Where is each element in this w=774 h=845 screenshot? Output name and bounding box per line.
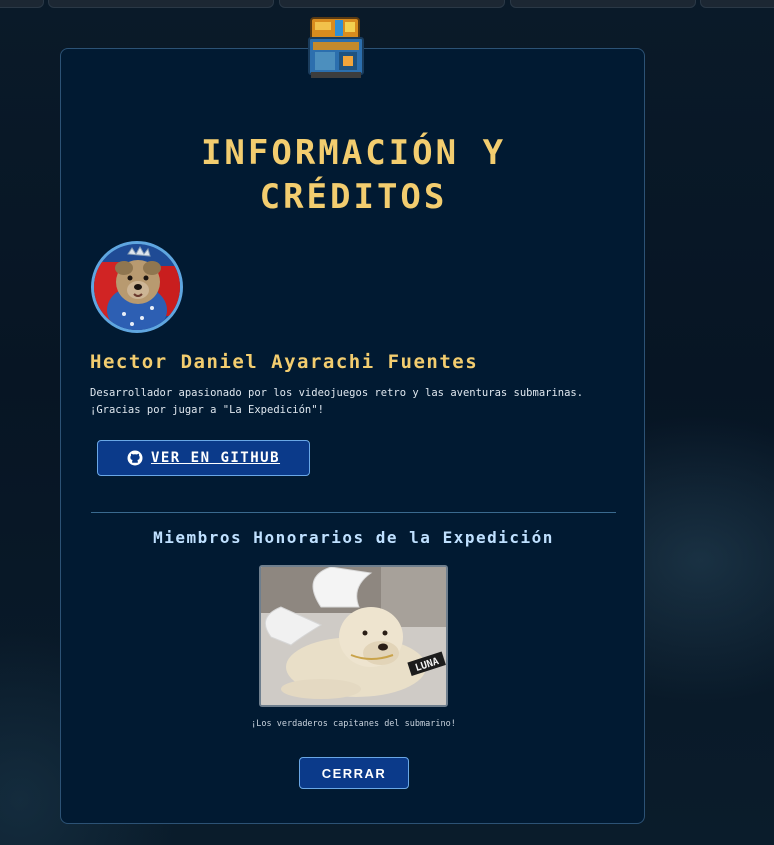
- credits-modal: Información y Créditos Hector Daniel Aya…: [60, 48, 645, 824]
- top-nav-tab[interactable]: [510, 0, 696, 8]
- close-button[interactable]: CERRAR: [299, 757, 409, 789]
- modal-title: Información y Créditos: [61, 131, 646, 219]
- github-button-label: VER EN GITHUB: [150, 450, 281, 466]
- dog-avatar-image: [94, 244, 180, 330]
- developer-name: Hector Daniel Ayarachi Fuentes: [90, 351, 479, 373]
- honorary-member-photo: LUNA: [259, 565, 448, 707]
- developer-avatar: [91, 241, 183, 333]
- honorary-dog-image: LUNA: [261, 567, 446, 705]
- honorary-caption: ¡Los verdaderos capitanes del submarino!: [251, 719, 456, 729]
- top-nav-tab[interactable]: [700, 0, 774, 8]
- section-divider: [91, 512, 616, 513]
- github-icon: [127, 450, 143, 466]
- developer-description: Desarrollador apasionado por los videoju…: [90, 387, 584, 416]
- top-nav-tab[interactable]: [48, 0, 274, 8]
- top-nav-tab[interactable]: [0, 0, 44, 8]
- github-button[interactable]: VER EN GITHUB: [97, 440, 310, 476]
- top-nav-strip: [0, 0, 774, 10]
- modal-title-line-2: Créditos: [259, 177, 448, 217]
- honorary-members-title: Miembros Honorarios de la Expedición: [153, 528, 554, 547]
- treasure-chest-icon: [308, 17, 364, 78]
- modal-title-line-1: Información y: [200, 133, 507, 173]
- top-nav-tab[interactable]: [279, 0, 505, 8]
